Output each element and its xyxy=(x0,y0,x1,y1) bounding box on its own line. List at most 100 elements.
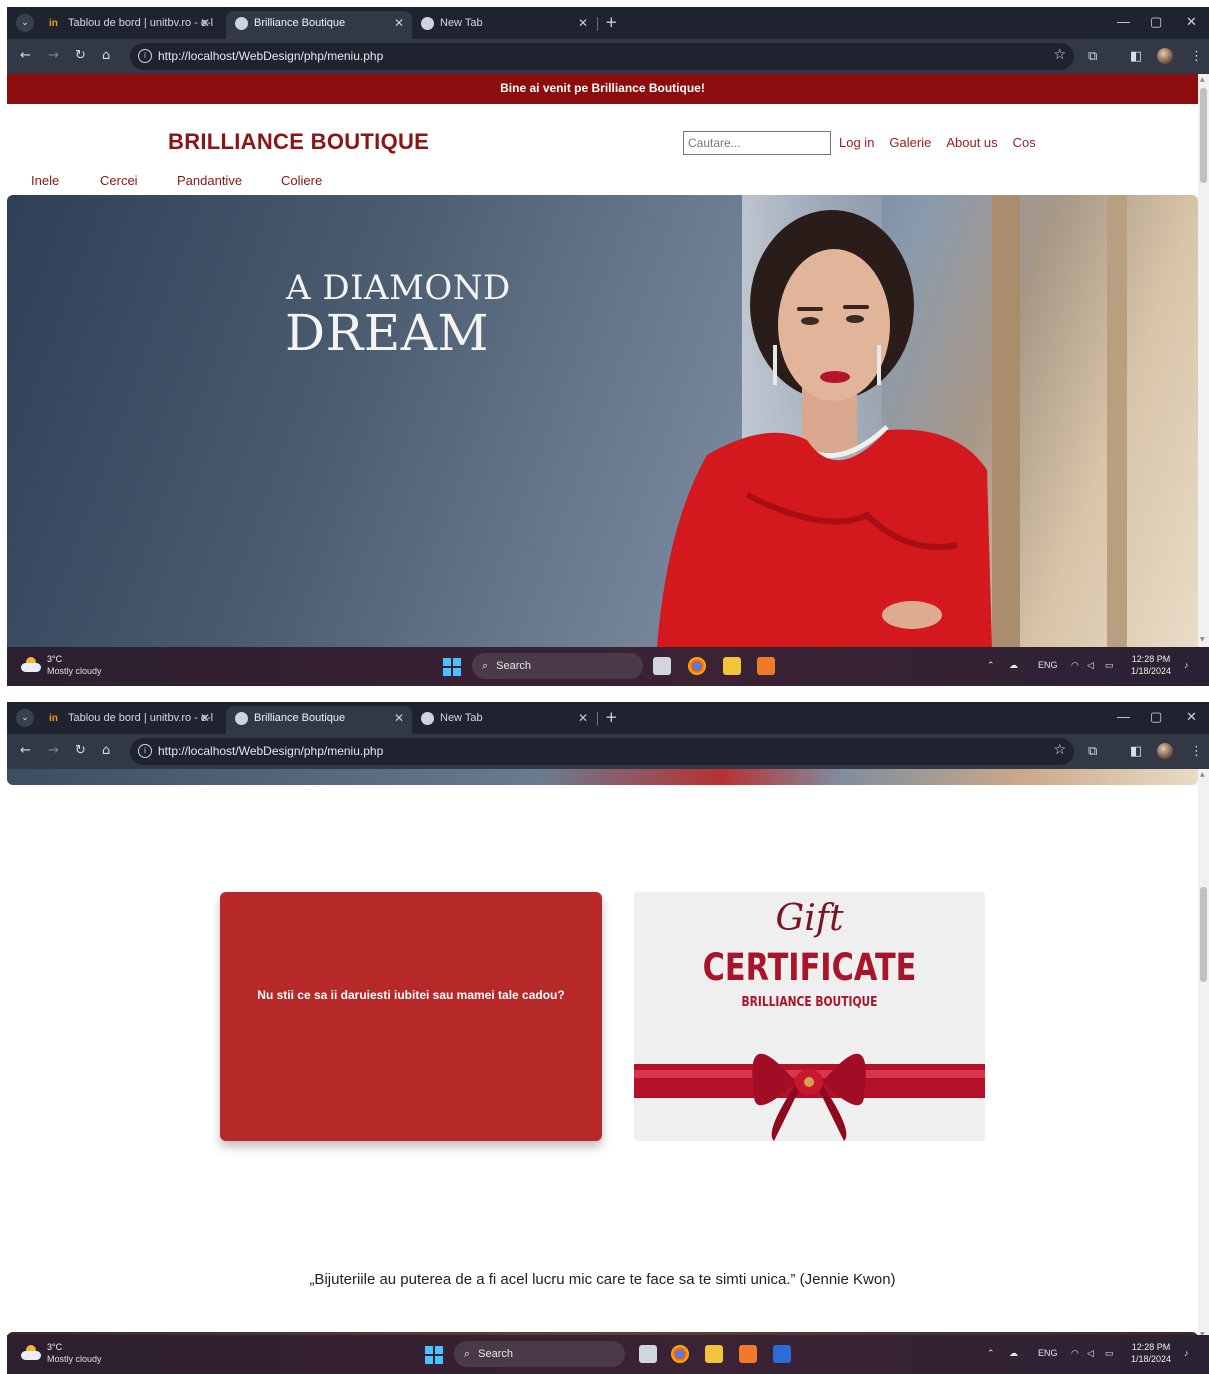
page-scrollbar[interactable]: ▲ ▼ xyxy=(1198,769,1209,1342)
scroll-up-icon[interactable]: ▲ xyxy=(1200,771,1205,778)
info-icon[interactable]: i xyxy=(138,49,152,63)
back-icon[interactable]: ← xyxy=(20,743,31,758)
chrome-app-icon[interactable] xyxy=(671,1345,689,1363)
back-icon[interactable]: ← xyxy=(20,48,31,63)
brand-title[interactable]: BRILLIANCE BOUTIQUE xyxy=(168,129,429,155)
about-link[interactable]: About us xyxy=(946,135,997,150)
windows-start-icon[interactable] xyxy=(443,658,461,676)
category-pendants[interactable]: Pandantive xyxy=(177,173,242,188)
url-text[interactable]: http://localhost/WebDesign/php/meniu.php xyxy=(158,49,383,63)
notification-bell-icon[interactable]: ♪ xyxy=(1184,1348,1189,1358)
battery-icon[interactable]: ▭ xyxy=(1105,660,1114,671)
info-icon[interactable]: i xyxy=(138,744,152,758)
xampp-app-icon[interactable] xyxy=(739,1345,757,1363)
system-clock[interactable]: 12:28 PM 1/18/2024 xyxy=(1131,653,1171,677)
scroll-thumb[interactable] xyxy=(1200,887,1207,982)
tab-search-icon[interactable]: ⌄ xyxy=(16,709,34,727)
reload-icon[interactable]: ↻ xyxy=(75,743,86,758)
bookmark-star-icon[interactable]: ☆ xyxy=(1053,47,1066,63)
restore-icon[interactable]: ▢ xyxy=(1150,709,1162,725)
close-icon[interactable]: ✕ xyxy=(394,706,404,730)
category-earrings[interactable]: Cercei xyxy=(100,173,138,188)
gift-certificate-image[interactable]: Gift CERTIFICATE BRILLIANCE BOUTIQUE xyxy=(634,892,985,1141)
forward-icon[interactable]: → xyxy=(48,743,59,758)
scroll-down-icon[interactable]: ▼ xyxy=(1200,636,1205,643)
weather-cloud-icon[interactable] xyxy=(21,1345,41,1360)
minimize-icon[interactable]: — xyxy=(1117,709,1130,724)
task-view-icon[interactable] xyxy=(639,1345,657,1363)
tab-new[interactable]: New Tab ✕ xyxy=(412,706,596,734)
gift-prompt-card[interactable]: Nu stii ce sa ii daruiesti iubitei sau m… xyxy=(220,892,602,1141)
tab-unitbv[interactable]: in Tablou de bord | unitbv.ro - e-l ✕ xyxy=(40,11,218,39)
volume-icon[interactable]: ◁ xyxy=(1087,1348,1094,1359)
weather-temperature[interactable]: 3°C xyxy=(47,1342,62,1352)
language-indicator[interactable]: ENG xyxy=(1038,660,1058,670)
address-bar[interactable]: i http://localhost/WebDesign/php/meniu.p… xyxy=(130,738,1074,765)
close-icon[interactable]: ✕ xyxy=(578,11,588,35)
system-clock[interactable]: 12:28 PM 1/18/2024 xyxy=(1131,1341,1171,1365)
weather-cloud-icon[interactable] xyxy=(21,657,41,672)
tab-unitbv[interactable]: in Tablou de bord | unitbv.ro - e-l ✕ xyxy=(40,706,218,734)
file-explorer-icon[interactable] xyxy=(723,657,741,675)
menu-kebab-icon[interactable]: ⋮ xyxy=(1190,744,1203,759)
menu-kebab-icon[interactable]: ⋮ xyxy=(1190,49,1203,64)
tab-search-icon[interactable]: ⌄ xyxy=(16,14,34,32)
onedrive-icon[interactable]: ☁ xyxy=(1009,1348,1018,1359)
volume-icon[interactable]: ◁ xyxy=(1087,660,1094,671)
forward-icon[interactable]: → xyxy=(48,48,59,63)
home-icon[interactable]: ⌂ xyxy=(102,743,110,758)
chrome-app-icon[interactable] xyxy=(688,657,706,675)
url-text[interactable]: http://localhost/WebDesign/php/meniu.php xyxy=(158,744,383,758)
restore-icon[interactable]: ▢ xyxy=(1150,14,1162,30)
word-app-icon[interactable] xyxy=(773,1345,791,1363)
new-tab-icon[interactable]: + xyxy=(605,708,618,726)
tab-brilliance[interactable]: Brilliance Boutique ✕ xyxy=(226,11,412,39)
onedrive-icon[interactable]: ☁ xyxy=(1009,660,1018,671)
close-icon[interactable]: ✕ xyxy=(394,11,404,35)
close-window-icon[interactable]: ✕ xyxy=(1186,709,1197,725)
search-input[interactable]: Cautare... xyxy=(683,131,831,155)
wifi-icon[interactable]: ◠ xyxy=(1071,660,1079,671)
weather-description[interactable]: Mostly cloudy xyxy=(47,666,102,676)
category-rings[interactable]: Inele xyxy=(31,173,59,188)
cart-link[interactable]: Cos xyxy=(1013,135,1036,150)
extensions-icon[interactable]: ⧉ xyxy=(1088,49,1097,64)
wifi-icon[interactable]: ◠ xyxy=(1071,1348,1079,1359)
weather-temperature[interactable]: 3°C xyxy=(47,654,62,664)
login-link[interactable]: Log in xyxy=(839,135,874,150)
minimize-icon[interactable]: — xyxy=(1117,14,1130,29)
reload-icon[interactable]: ↻ xyxy=(75,48,86,63)
page-scrollbar[interactable]: ▲ ▼ xyxy=(1198,74,1209,647)
taskbar-search[interactable]: ⌕ Search xyxy=(472,653,643,679)
tab-new[interactable]: New Tab ✕ xyxy=(412,11,596,39)
language-indicator[interactable]: ENG xyxy=(1038,1348,1058,1358)
close-icon[interactable]: ✕ xyxy=(200,11,210,35)
profile-avatar[interactable] xyxy=(1157,48,1173,64)
home-icon[interactable]: ⌂ xyxy=(102,48,110,63)
close-icon[interactable]: ✕ xyxy=(200,706,210,730)
profile-avatar[interactable] xyxy=(1157,743,1173,759)
xampp-app-icon[interactable] xyxy=(757,657,775,675)
address-bar[interactable]: i http://localhost/WebDesign/php/meniu.p… xyxy=(130,43,1074,70)
bookmark-star-icon[interactable]: ☆ xyxy=(1053,742,1066,758)
tray-chevron-icon[interactable]: ⌃ xyxy=(987,660,995,671)
category-necklaces[interactable]: Coliere xyxy=(281,173,322,188)
close-window-icon[interactable]: ✕ xyxy=(1186,14,1197,30)
extensions-icon[interactable]: ⧉ xyxy=(1088,744,1097,759)
side-panel-icon[interactable]: ◧ xyxy=(1130,744,1142,759)
scroll-thumb[interactable] xyxy=(1200,88,1207,183)
task-view-icon[interactable] xyxy=(653,657,671,675)
scroll-up-icon[interactable]: ▲ xyxy=(1200,76,1205,83)
gallery-link[interactable]: Galerie xyxy=(889,135,931,150)
file-explorer-icon[interactable] xyxy=(705,1345,723,1363)
taskbar-search[interactable]: ⌕ Search xyxy=(454,1341,625,1367)
tab-brilliance[interactable]: Brilliance Boutique ✕ xyxy=(226,706,412,734)
battery-icon[interactable]: ▭ xyxy=(1105,1348,1114,1359)
new-tab-icon[interactable]: + xyxy=(605,13,618,31)
weather-description[interactable]: Mostly cloudy xyxy=(47,1354,102,1364)
tray-chevron-icon[interactable]: ⌃ xyxy=(987,1348,995,1359)
close-icon[interactable]: ✕ xyxy=(578,706,588,730)
side-panel-icon[interactable]: ◧ xyxy=(1130,49,1142,64)
windows-start-icon[interactable] xyxy=(425,1346,443,1364)
notification-bell-icon[interactable]: ♪ xyxy=(1184,660,1189,670)
